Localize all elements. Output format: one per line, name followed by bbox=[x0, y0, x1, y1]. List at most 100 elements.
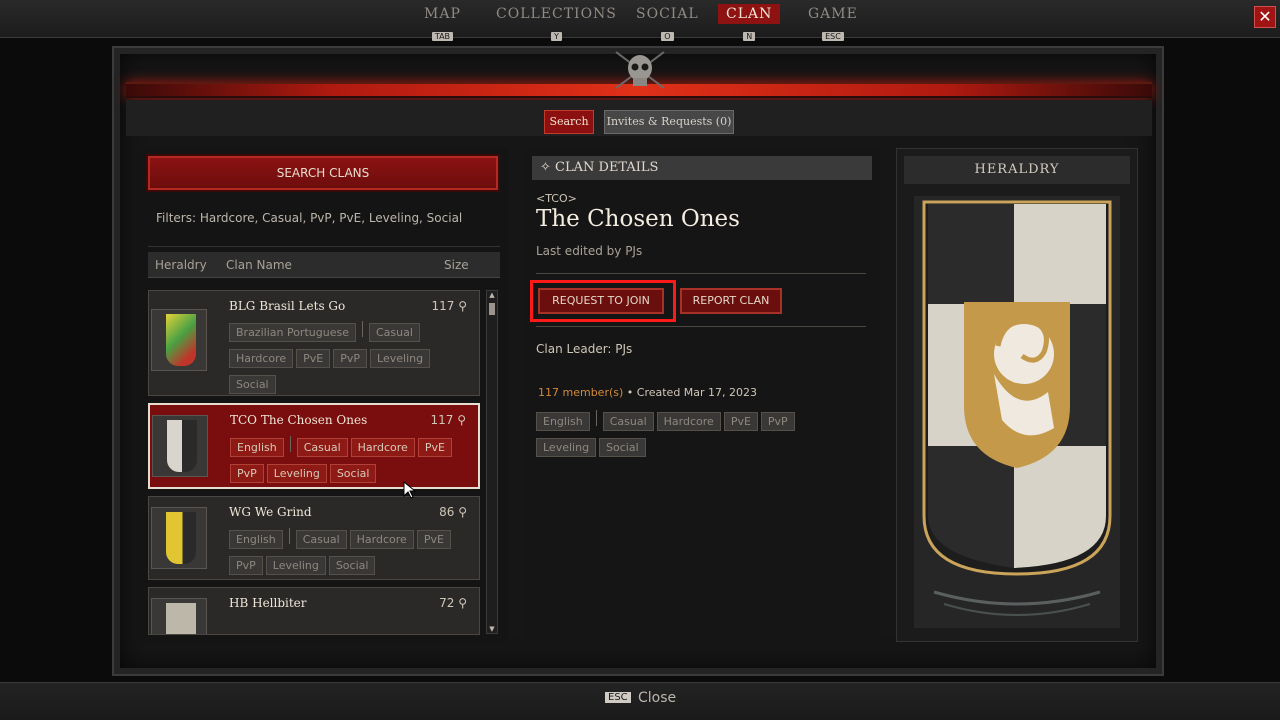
tag: Hardcore bbox=[350, 438, 415, 457]
tag: Social bbox=[328, 556, 376, 575]
scroll-down-icon[interactable]: ▼ bbox=[488, 625, 496, 633]
tag-separator bbox=[361, 321, 363, 337]
request-to-join-button[interactable]: REQUEST TO JOIN bbox=[538, 288, 664, 314]
member-icon: ⚲ bbox=[458, 299, 467, 313]
nav-social-label: SOCIAL bbox=[636, 6, 699, 22]
header-size[interactable]: Size bbox=[444, 258, 469, 272]
tag: PvP bbox=[333, 349, 368, 368]
tag: Casual bbox=[296, 438, 348, 457]
created-date: • Created Mar 17, 2023 bbox=[623, 386, 758, 399]
clan-size: 72 ⚲ bbox=[439, 596, 467, 610]
tag: Social bbox=[229, 375, 276, 394]
tag: Casual bbox=[602, 412, 654, 431]
tag: Leveling bbox=[266, 464, 327, 483]
clan-list-item[interactable]: WG We Grind 86 ⚲ English Casual Hardcore Pv… bbox=[148, 496, 480, 580]
tag: PvP bbox=[230, 464, 264, 483]
filters-text: Filters: Hardcore, Casual, PvP, PvE, Lev… bbox=[156, 211, 463, 225]
header-clan-name[interactable]: Clan Name bbox=[226, 258, 292, 272]
header-heraldry[interactable]: Heraldry bbox=[155, 258, 207, 272]
clan-list-item-selected[interactable]: TCO The Chosen Ones 117 ⚲ English Casual H… bbox=[148, 403, 480, 489]
last-edited-text: Last edited by PJs bbox=[536, 244, 643, 258]
nav-social-key: O bbox=[661, 32, 674, 41]
report-clan-button[interactable]: REPORT CLAN bbox=[680, 288, 782, 314]
member-count: 117 member(s) bbox=[538, 386, 624, 399]
clan-heraldry-thumbnail bbox=[152, 415, 208, 477]
member-icon: ⚲ bbox=[457, 413, 466, 427]
tag: PvE bbox=[416, 530, 451, 549]
tag: English bbox=[229, 530, 283, 549]
nav-clan-label: CLAN bbox=[718, 4, 781, 24]
clan-size: 117 ⚲ bbox=[430, 413, 466, 427]
clan-name: BLG Brasil Lets Go bbox=[229, 299, 346, 313]
nav-game-key: ESC bbox=[822, 32, 844, 41]
heraldry-header: HERALDRY bbox=[904, 156, 1130, 184]
tag: PvE bbox=[417, 438, 452, 457]
nav-map-key: TAB bbox=[431, 32, 454, 41]
tag: Hardcore bbox=[349, 530, 414, 549]
clan-tags: Brazilian Portuguese Casual Hardcore PvE Pv… bbox=[229, 321, 469, 399]
clan-name: HB Hellbiter bbox=[229, 596, 307, 610]
clan-list-header: Heraldry Clan Name Size bbox=[148, 252, 500, 278]
nav-collections-key: Y bbox=[551, 32, 562, 41]
tag-separator bbox=[288, 528, 290, 544]
diamond-icon: ✧ bbox=[540, 160, 551, 175]
tag: Social bbox=[329, 464, 377, 483]
clan-member-info: 117 member(s) • Created Mar 17, 2023 bbox=[538, 386, 757, 399]
tab-invites-requests[interactable]: Invites & Requests (0) bbox=[604, 110, 734, 134]
clan-tag: <TCO> bbox=[536, 192, 577, 205]
tag: Casual bbox=[368, 323, 420, 342]
clan-size: 117 ⚲ bbox=[431, 299, 467, 313]
clan-list-item[interactable]: HB Hellbiter 72 ⚲ bbox=[148, 587, 480, 635]
member-icon: ⚲ bbox=[458, 505, 467, 519]
tag: PvE bbox=[296, 349, 331, 368]
clan-tags: English Casual Hardcore PvE PvP Leveling Soci… bbox=[229, 528, 469, 580]
nav-game-label: GAME bbox=[808, 6, 858, 22]
nav-map-label: MAP bbox=[424, 6, 461, 22]
close-window-icon[interactable]: ✕ bbox=[1254, 6, 1276, 28]
scroll-up-icon[interactable]: ▲ bbox=[488, 291, 496, 299]
search-clans-button[interactable]: SEARCH CLANS bbox=[148, 156, 498, 190]
tag: Social bbox=[599, 438, 646, 457]
scrollbar-thumb[interactable] bbox=[489, 303, 495, 315]
esc-key-badge: ESC bbox=[605, 692, 631, 703]
mouse-cursor-icon bbox=[403, 481, 417, 499]
clan-name: WG We Grind bbox=[229, 505, 312, 519]
tag: PvP bbox=[760, 412, 795, 431]
clan-list-scrollbar[interactable]: ▲ ▼ bbox=[486, 290, 498, 634]
divider bbox=[536, 273, 866, 274]
nav-social[interactable]: SOCIAL O bbox=[628, 4, 707, 43]
clan-heraldry-thumbnail bbox=[151, 598, 207, 634]
tag: Hardcore bbox=[229, 349, 294, 368]
tag: Leveling bbox=[370, 349, 431, 368]
clan-name: TCO The Chosen Ones bbox=[230, 413, 368, 427]
tag: Hardcore bbox=[656, 412, 721, 431]
main-nav: MAP TAB COLLECTIONS Y SOCIAL O CLAN N GA… bbox=[0, 0, 1280, 41]
close-button[interactable]: Close bbox=[638, 690, 676, 706]
clan-banner-image bbox=[914, 196, 1120, 628]
tag-separator bbox=[595, 410, 597, 426]
tag: Casual bbox=[295, 530, 347, 549]
clan-leader-text: Clan Leader: PJs bbox=[536, 342, 633, 356]
clan-title: The Chosen Ones bbox=[536, 206, 740, 232]
tag: Brazilian Portuguese bbox=[229, 323, 356, 342]
member-icon: ⚲ bbox=[458, 596, 467, 610]
tab-search[interactable]: Search bbox=[544, 110, 594, 134]
clan-list-item[interactable]: BLG Brasil Lets Go 117 ⚲ Brazilian Portu… bbox=[148, 290, 480, 396]
nav-game[interactable]: GAME ESC bbox=[800, 4, 866, 43]
tag: Leveling bbox=[536, 438, 597, 457]
tag-separator bbox=[289, 436, 291, 452]
skull-ornament-icon bbox=[615, 51, 665, 89]
tag: PvE bbox=[723, 412, 758, 431]
divider bbox=[148, 246, 500, 247]
clan-size: 86 ⚲ bbox=[439, 505, 467, 519]
divider bbox=[536, 326, 866, 327]
nav-collections[interactable]: COLLECTIONS Y bbox=[488, 4, 625, 43]
nav-clan[interactable]: CLAN N bbox=[718, 4, 781, 43]
clan-tags: English Casual Hardcore PvE PvP Leveling Soci… bbox=[230, 436, 470, 488]
nav-map[interactable]: MAP TAB bbox=[416, 4, 469, 43]
tag: English bbox=[230, 438, 284, 457]
tag: English bbox=[536, 412, 590, 431]
tag: Leveling bbox=[265, 556, 326, 575]
tag: PvP bbox=[229, 556, 263, 575]
nav-clan-key: N bbox=[743, 32, 756, 41]
